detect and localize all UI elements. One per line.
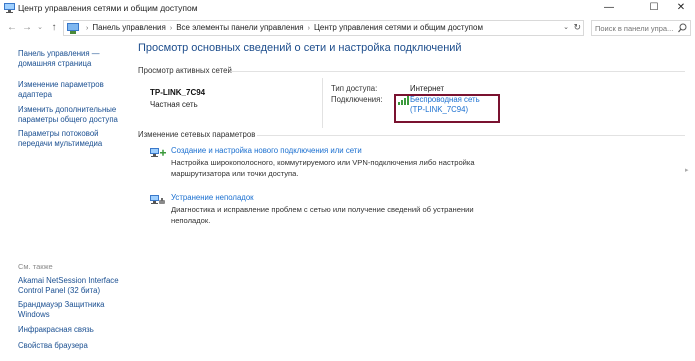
active-networks-heading: Просмотр активных сетей bbox=[138, 66, 232, 75]
sidebar-link-adapter-settings[interactable]: Изменение параметров адаптера bbox=[18, 80, 123, 100]
network-type: Частная сеть bbox=[150, 100, 198, 109]
see-also-browser-properties[interactable]: Свойства браузера bbox=[18, 341, 123, 351]
minimize-button[interactable]: — bbox=[596, 1, 622, 15]
new-connection-link[interactable]: Создание и настройка нового подключения … bbox=[171, 146, 362, 155]
recent-chevron-icon[interactable]: ⌄ bbox=[34, 21, 46, 35]
maximize-button[interactable]: ☐ bbox=[641, 1, 667, 15]
sidebar-link-sharing-settings[interactable]: Изменить дополнительные параметры общего… bbox=[18, 105, 123, 125]
control-panel-icon bbox=[67, 23, 79, 34]
breadcrumb-separator-icon: › bbox=[307, 25, 310, 32]
new-connection-icon bbox=[150, 148, 166, 157]
address-toolbar: ← → ⌄ ↑ › Панель управления › Все элементы … bbox=[0, 18, 695, 38]
divider bbox=[257, 135, 685, 136]
divider bbox=[231, 71, 685, 72]
divider bbox=[322, 78, 323, 128]
up-arrow-icon[interactable]: ↑ bbox=[48, 21, 60, 35]
breadcrumb-all-items[interactable]: Все элементы панели управления bbox=[176, 23, 303, 32]
back-arrow-icon[interactable]: ← bbox=[6, 21, 18, 35]
search-box[interactable] bbox=[591, 20, 691, 36]
new-connection-desc: Настройка широкополосного, коммутируемог… bbox=[171, 158, 475, 178]
breadcrumb: › Панель управления › Все элементы панели у… bbox=[82, 23, 483, 32]
highlight-box bbox=[394, 94, 500, 123]
breadcrumb-separator-icon: › bbox=[86, 25, 89, 32]
see-also-firewall[interactable]: Брандмауэр Защитника Windows bbox=[18, 300, 123, 320]
address-box[interactable]: › Панель управления › Все элементы панели у… bbox=[63, 20, 584, 36]
close-button[interactable]: ✕ bbox=[668, 1, 694, 15]
troubleshoot-icon bbox=[150, 195, 165, 204]
search-icon[interactable] bbox=[678, 23, 687, 33]
see-also-heading: См. также bbox=[18, 262, 53, 271]
change-settings-heading: Изменение сетевых параметров bbox=[138, 130, 256, 139]
resize-grip-icon[interactable]: ▸ bbox=[685, 166, 695, 180]
address-dropdown-icon[interactable]: ⌄ bbox=[563, 23, 569, 31]
window-title: Центр управления сетями и общим доступом bbox=[18, 3, 198, 13]
refresh-icon[interactable]: ↻ bbox=[573, 22, 581, 33]
see-also-akamai[interactable]: Akamai NetSession Interface Control Pane… bbox=[18, 276, 123, 296]
see-also-infrared[interactable]: Инфракрасная связь bbox=[18, 325, 123, 335]
breadcrumb-network-center[interactable]: Центр управления сетями и общим доступом bbox=[314, 23, 483, 32]
main-content: Просмотр основных сведений о сети и наст… bbox=[125, 38, 695, 361]
troubleshoot-desc: Диагностика и исправление проблем с сеть… bbox=[171, 205, 474, 225]
search-input[interactable] bbox=[592, 21, 678, 35]
title-bar: Центр управления сетями и общим доступом… bbox=[0, 0, 695, 17]
network-center-icon bbox=[4, 3, 15, 13]
breadcrumb-separator-icon: › bbox=[169, 25, 173, 32]
page-title: Просмотр основных сведений о сети и наст… bbox=[138, 42, 462, 54]
forward-arrow-icon[interactable]: → bbox=[21, 21, 33, 35]
access-type-value: Интернет bbox=[410, 84, 445, 93]
access-type-label: Тип доступа: bbox=[331, 84, 378, 93]
sidebar-link-media-streaming[interactable]: Параметры потоковой передачи мультимедиа bbox=[18, 129, 123, 149]
sidebar-link-home[interactable]: Панель управления — домашняя страница bbox=[18, 49, 123, 69]
breadcrumb-control-panel[interactable]: Панель управления bbox=[92, 23, 166, 32]
connections-label: Подключения: bbox=[331, 95, 383, 104]
network-name: TP-LINK_7C94 bbox=[150, 88, 206, 97]
troubleshoot-link[interactable]: Устранение неполадок bbox=[171, 193, 254, 202]
